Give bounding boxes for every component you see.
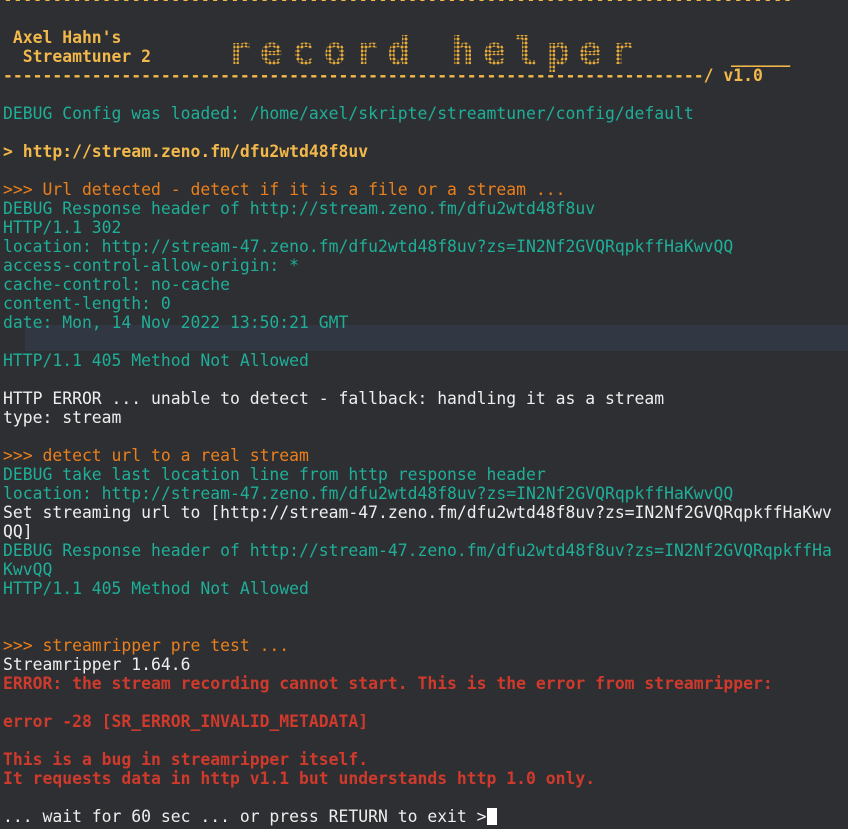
log-line: KwvQQ [3,560,53,579]
log-line: It requests data in http v1.1 but unders… [3,769,596,788]
log-lines: DEBUG Config was loaded: /home/axel/skri… [3,104,848,807]
header-version-underline: ______ [731,48,791,67]
log-line: HTTP/1.1 405 Method Not Allowed [3,351,309,370]
log-line: > http://stream.zeno.fm/dfu2wtd48f8uv [3,142,369,161]
log-line: DEBUG Response header of http://stream-4… [3,541,832,560]
log-line: >>> detect url to a real stream [3,446,309,465]
log-line: cache-control: no-cache [3,275,230,294]
log-line: error -28 [SR_ERROR_INVALID_METADATA] [3,712,369,731]
exit-prompt[interactable]: ... wait for 60 sec ... or press RETURN … [3,807,848,826]
terminal-output: ----------------------------------------… [3,0,848,826]
header-top-rule: ----------------------------------------… [3,0,848,9]
log-line: ERROR: the stream recording cannot start… [3,674,773,693]
log-line: Streamripper 1.64.6 [3,655,191,674]
text-cursor [486,808,497,825]
log-line: This is a bug in streamripper itself. [3,750,369,769]
log-line: Set streaming url to [http://stream-47.z… [3,503,832,522]
record-helper-logo: record helper [228,29,643,73]
log-line: HTTP ERROR ... unable to detect - fallba… [3,389,665,408]
log-line: DEBUG take last location line from http … [3,465,546,484]
log-line: location: http://stream-47.zeno.fm/dfu2w… [3,484,734,503]
log-line: >>> streamripper pre test ... [3,636,290,655]
log-line: HTTP/1.1 405 Method Not Allowed [3,579,309,598]
log-line: content-length: 0 [3,294,171,313]
log-line: location: http://stream-47.zeno.fm/dfu2w… [3,237,734,256]
log-line: DEBUG Config was loaded: /home/axel/skri… [3,104,694,123]
log-line: access-control-allow-origin: * [3,256,300,275]
prompt-text: ... wait for 60 sec ... or press RETURN … [3,807,487,826]
log-line: >>> Url detected - detect if it is a fil… [3,180,566,199]
log-line: QQ] [3,522,33,541]
log-line: type: stream [3,408,122,427]
log-line: DEBUG Response header of http://stream.z… [3,199,596,218]
log-line: date: Mon, 14 Nov 2022 13:50:21 GMT [3,313,349,332]
log-line: HTTP/1.1 302 [3,218,122,237]
